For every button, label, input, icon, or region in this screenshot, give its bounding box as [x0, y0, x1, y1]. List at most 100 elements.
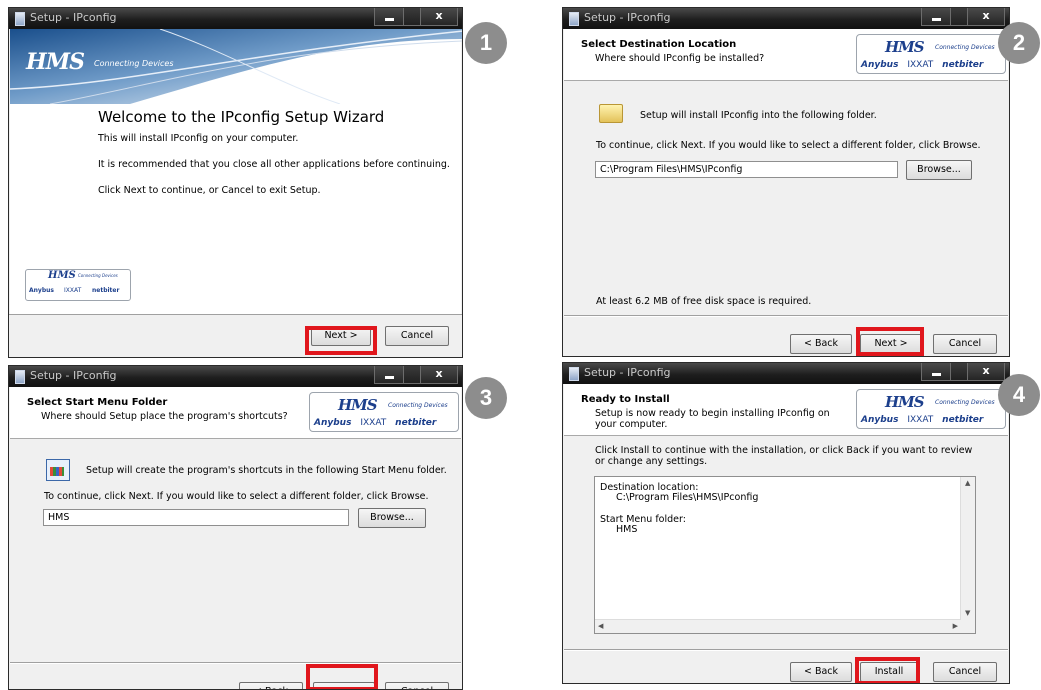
shortcut-info: Setup will create the program's shortcut… [86, 465, 447, 476]
scroll-left-icon[interactable]: ◀ [598, 622, 603, 630]
logo-brand: HMS [885, 393, 925, 411]
cancel-button[interactable]: Cancel [385, 326, 449, 346]
minimize-button[interactable] [374, 8, 404, 26]
small-logo-brand: HMS [48, 270, 76, 281]
step-badge-4: 4 [998, 374, 1040, 416]
back-button[interactable]: < Back [239, 682, 303, 689]
title-bar[interactable]: Setup - IPconfig x [9, 366, 462, 387]
logo-ixxat: IXXAT [907, 415, 934, 425]
window-title: Setup - IPconfig [30, 11, 117, 24]
scroll-right-icon[interactable]: ▶ [953, 622, 958, 630]
logo-tagline: Connecting Devices [388, 402, 448, 409]
close-button[interactable]: x [967, 363, 1005, 381]
page-header: Select Start Menu Folder Where should Se… [10, 387, 461, 439]
scroll-up-icon[interactable]: ▲ [965, 479, 970, 487]
ready-page: Ready to Install Setup is now ready to b… [564, 384, 1008, 683]
small-logo-tagline: Connecting Devices [78, 273, 118, 278]
browse-button[interactable]: Browse... [906, 160, 972, 180]
cancel-button[interactable]: Cancel [933, 334, 997, 354]
welcome-line-1: This will install IPconfig on your compu… [98, 133, 299, 144]
cancel-button[interactable]: Cancel [933, 662, 997, 682]
highlight-next [306, 664, 378, 689]
logo-brands-row: Anybus IXXAT netbiter [861, 415, 1001, 425]
folder-icon [599, 104, 623, 123]
close-button[interactable]: x [967, 8, 1005, 26]
title-bar[interactable]: Setup - IPconfig x [9, 8, 462, 29]
instruction-text: To continue, click Next. If you would li… [44, 491, 429, 502]
close-button[interactable]: x [420, 366, 458, 384]
logo-tagline: Connecting Devices [935, 399, 995, 406]
horizontal-scrollbar[interactable]: ◀ ▶ [595, 619, 961, 633]
page-header: Ready to Install Setup is now ready to b… [564, 384, 1008, 436]
logo-anybus: Anybus [861, 60, 899, 70]
back-button[interactable]: < Back [790, 334, 852, 354]
destination-path-field[interactable]: C:\Program Files\HMS\IPconfig [595, 161, 898, 178]
button-bar: Next > Cancel [9, 314, 462, 357]
minimize-button[interactable] [921, 363, 951, 381]
app-icon [15, 12, 25, 26]
brand-tagline: Connecting Devices [94, 59, 174, 68]
highlight-next [305, 326, 377, 355]
small-logo: HMS Connecting Devices Anybus IXXAT netb… [25, 269, 131, 301]
destination-page: Select Destination Location Where should… [564, 29, 1008, 356]
start-menu-value: HMS [616, 524, 638, 535]
logo-anybus: Anybus [314, 418, 352, 428]
cancel-button[interactable]: Cancel [385, 682, 449, 689]
page-title: Select Destination Location [581, 39, 737, 50]
title-bar[interactable]: Setup - IPconfig x [563, 363, 1009, 384]
page-subtitle: Where should IPconfig be installed? [595, 53, 765, 64]
maximize-button[interactable] [403, 8, 421, 26]
page-title: Select Start Menu Folder [27, 397, 168, 408]
setup-window-start-menu: Setup - IPconfig x Select Start Menu Fol… [8, 365, 463, 690]
logo-ixxat: IXXAT [907, 60, 934, 70]
app-icon [569, 12, 579, 26]
app-icon [15, 370, 25, 384]
start-menu-page: Select Start Menu Folder Where should Se… [10, 387, 461, 689]
small-logo-ixxat: IXXAT [64, 287, 82, 294]
close-button[interactable]: x [420, 8, 458, 26]
destination-value: C:\Program Files\HMS\IPconfig [616, 492, 759, 503]
welcome-heading: Welcome to the IPconfig Setup Wizard [98, 108, 385, 126]
instruction-text: To continue, click Next. If you would li… [596, 140, 981, 151]
logo-netbiter: netbiter [942, 415, 984, 425]
page-subtitle: Setup is now ready to begin installing I… [595, 408, 830, 430]
minimize-button[interactable] [921, 8, 951, 26]
start-menu-folder-field[interactable]: HMS [43, 509, 349, 526]
setup-window-welcome: Setup - IPconfig x HMS Connecting Device… [8, 7, 463, 358]
page-header: Select Destination Location Where should… [564, 29, 1008, 81]
instruction-text: Click Install to continue with the insta… [595, 445, 973, 467]
logo-brand: HMS [338, 396, 378, 414]
maximize-button[interactable] [403, 366, 421, 384]
welcome-page: HMS Connecting Devices Welcome to the IP… [10, 29, 462, 314]
page-title: Ready to Install [581, 394, 670, 405]
back-button[interactable]: < Back [790, 662, 852, 682]
scroll-down-icon[interactable]: ▼ [965, 609, 970, 617]
brand-logo: HMS [26, 49, 85, 75]
window-title: Setup - IPconfig [584, 366, 671, 379]
maximize-button[interactable] [950, 8, 968, 26]
start-menu-label: Start Menu folder: [600, 514, 686, 525]
step-badge-3: 3 [465, 377, 507, 419]
maximize-button[interactable] [950, 363, 968, 381]
logo-netbiter: netbiter [942, 60, 984, 70]
setup-window-destination: Setup - IPconfig x Select Destination Lo… [562, 7, 1010, 357]
vertical-scrollbar[interactable]: ▲ ▼ [960, 477, 975, 633]
browse-button[interactable]: Browse... [358, 508, 426, 528]
minimize-button[interactable] [374, 366, 404, 384]
highlight-install [855, 657, 920, 683]
page-body: Setup will install IPconfig into the fol… [564, 81, 1008, 356]
logo-ixxat: IXXAT [360, 418, 387, 428]
title-bar[interactable]: Setup - IPconfig x [563, 8, 1009, 29]
logo-brand: HMS [885, 38, 925, 56]
small-logo-anybus: Anybus [29, 287, 54, 294]
hms-logo: HMS Connecting Devices Anybus IXXAT netb… [856, 389, 1006, 429]
welcome-line-3: Click Next to continue, or Cancel to exi… [98, 185, 321, 196]
page-subtitle: Where should Setup place the program's s… [41, 411, 288, 422]
hms-logo: HMS Connecting Devices Anybus IXXAT netb… [309, 392, 459, 432]
logo-anybus: Anybus [861, 415, 899, 425]
install-summary-box[interactable]: Destination location: C:\Program Files\H… [594, 476, 976, 634]
install-info: Setup will install IPconfig into the fol… [640, 110, 877, 121]
logo-brands-row: Anybus IXXAT netbiter [861, 60, 1001, 70]
separator [564, 649, 1008, 651]
highlight-next [856, 327, 924, 356]
